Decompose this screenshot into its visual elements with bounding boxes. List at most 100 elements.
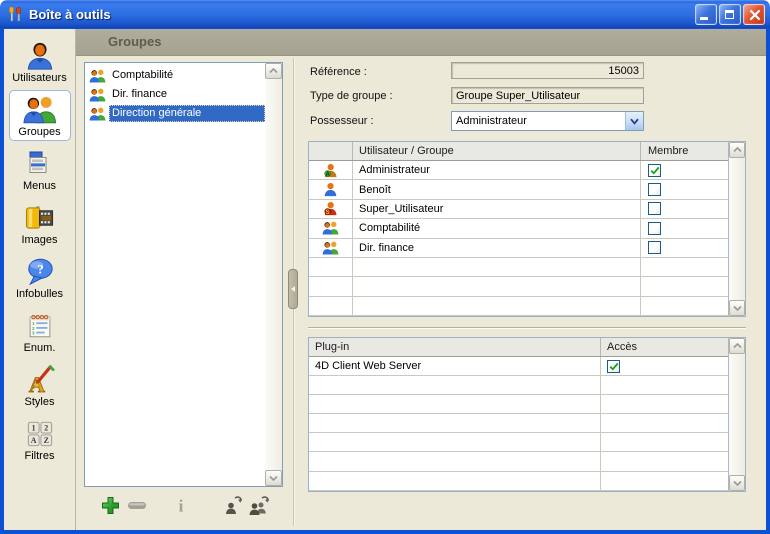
group-small-icon [322,241,339,255]
scrollbar-track[interactable] [729,354,745,475]
sidebar-item-infobulles[interactable]: ? Infobulles [9,252,71,303]
group-small-icon [322,221,339,235]
chevron-down-icon [630,118,639,125]
svg-text:1: 1 [31,423,35,432]
chevron-down-icon [733,305,742,311]
scroll-down-button[interactable] [729,475,745,491]
chevron-up-icon [733,147,742,153]
sidebar-item-groupes[interactable]: Groupes [9,90,71,141]
member-row[interactable]: Benoît [309,180,729,199]
plugins-table: Plug-in Accès 4D Client Web Server [308,337,746,492]
maximize-icon [725,10,734,19]
member-row[interactable]: Comptabilité [309,219,729,238]
owner-select[interactable]: Administrateur [451,111,644,131]
assign-user-button[interactable] [222,493,246,517]
info-button[interactable]: i [169,493,193,517]
member-checkbox[interactable] [648,241,661,254]
chevron-down-icon [269,475,278,481]
minimize-icon [700,17,708,20]
user-super-icon: S [323,201,338,216]
group-type-field: Groupe Super_Utilisateur [451,87,644,104]
member-checkbox[interactable] [648,222,661,235]
empty-row [309,277,729,296]
images-icon [24,202,55,233]
svg-text:Z: Z [43,436,48,445]
empty-row [309,395,729,414]
member-row[interactable]: Dir. finance [309,239,729,258]
empty-row [309,414,729,433]
scrollbar[interactable] [265,63,282,486]
window-title: Boîte à outils [29,7,695,22]
splitter-handle[interactable] [288,269,298,309]
svg-text:i: i [179,496,184,515]
window-body: Utilisateurs Groupes Menus Images ? Info… [0,28,770,534]
group-list-item[interactable]: Direction générale [85,104,265,123]
scroll-up-button[interactable] [729,338,745,354]
plugin-row[interactable]: 4D Client Web Server [309,357,729,376]
members-col-membre: Membre [641,142,729,160]
plus-icon [101,496,120,515]
sidebar-item-utilisateurs[interactable]: Utilisateurs [9,36,71,87]
sidebar-item-filtres[interactable]: 12AZ Filtres [9,414,71,465]
close-button[interactable] [743,4,765,25]
member-row[interactable]: A Administrateur [309,161,729,180]
empty-row [309,258,729,277]
group-icon [88,106,106,121]
scroll-down-button[interactable] [729,300,745,316]
members-table-header: Utilisateur / Groupe Membre [309,142,729,161]
menus-icon [26,148,54,179]
delete-button[interactable] [125,493,149,517]
info-icon: i [176,496,186,515]
chevron-up-icon [269,68,278,74]
empty-row [309,433,729,452]
user-blue-icon [323,182,338,197]
scrollbar[interactable] [728,338,745,491]
sidebar: Utilisateurs Groupes Menus Images ? Info… [4,29,76,530]
member-checkbox[interactable] [648,202,661,215]
minimize-button[interactable] [695,4,717,25]
scroll-up-button[interactable] [729,142,745,158]
svg-text:A: A [30,436,36,445]
scrollbar[interactable] [728,142,745,316]
sidebar-item-styles[interactable]: A Styles [9,360,71,411]
member-checkbox[interactable] [648,183,661,196]
group-icon [88,87,106,102]
assign-group-button[interactable] [248,493,272,517]
group-list-item[interactable]: Comptabilité [85,66,265,85]
group-list[interactable]: Comptabilité Dir. finance Direction géné… [84,62,283,487]
user-arrow-icon [223,494,245,516]
infobulle-icon: ? [25,256,55,287]
add-button[interactable] [98,493,122,517]
user-icon [25,40,55,71]
owner-label: Possesseur : [310,115,374,127]
sidebar-item-images[interactable]: Images [9,198,71,249]
scroll-up-button[interactable] [265,63,282,79]
members-table: Utilisateur / Groupe Membre A Administra… [308,141,746,317]
chevron-up-icon [733,343,742,349]
group-list-item[interactable]: Dir. finance [85,85,265,104]
svg-text:?: ? [37,261,44,276]
enum-icon: 123 [25,310,55,341]
member-row[interactable]: S Super_Utilisateur [309,200,729,219]
toolbox-icon [7,6,24,23]
tables-divider [308,327,746,329]
scrollbar-track[interactable] [265,79,282,470]
maximize-button[interactable] [719,4,741,25]
title-bar[interactable]: Boîte à outils [0,0,770,28]
access-checkbox[interactable] [607,360,620,373]
sidebar-item-menus[interactable]: Menus [9,144,71,195]
scrollbar-track[interactable] [729,158,745,300]
list-toolbar: i [92,493,292,517]
scroll-down-button[interactable] [265,470,282,486]
close-icon [747,7,763,23]
reference-label: Référence : [310,66,367,78]
member-checkbox[interactable] [648,164,661,177]
empty-row [309,472,729,491]
sidebar-item-enum[interactable]: 123 Enum. [9,306,71,357]
group-arrow-icon [248,494,272,516]
members-col-icon [309,142,353,160]
combo-dropdown-button[interactable] [625,112,643,130]
collapse-left-icon [291,286,295,292]
user-admin-icon: A [323,163,338,178]
svg-text:2: 2 [44,423,48,432]
